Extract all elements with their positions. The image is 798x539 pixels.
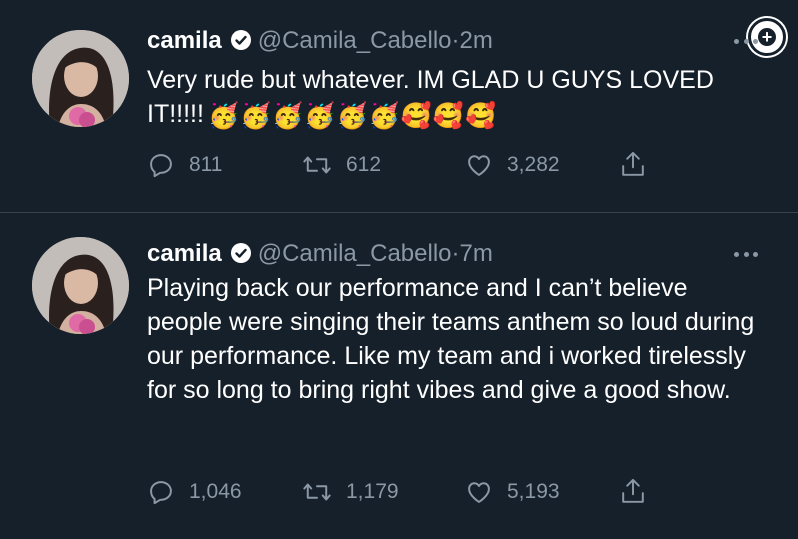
display-name[interactable]: camila xyxy=(147,240,222,267)
reply-count: 811 xyxy=(189,153,223,176)
like-count: 5,193 xyxy=(507,480,560,503)
tweet-actions: 811 612 3,282 xyxy=(147,148,667,182)
reply-button[interactable]: 811 xyxy=(147,148,222,182)
reply-button[interactable]: 1,046 xyxy=(147,475,242,509)
retweet-button[interactable]: 612 xyxy=(302,148,381,182)
retweet-count: 612 xyxy=(346,153,382,176)
verified-badge-icon xyxy=(230,242,252,272)
like-count: 3,282 xyxy=(507,153,560,176)
share-icon xyxy=(622,478,644,503)
avatar[interactable] xyxy=(32,237,129,334)
more-icon[interactable] xyxy=(734,38,758,44)
more-icon[interactable] xyxy=(734,251,758,257)
like-button[interactable]: 5,193 xyxy=(465,475,560,509)
retweet-icon xyxy=(303,483,331,501)
tweet[interactable]: camila @Camila_Cabello·2m Very rude but w… xyxy=(0,0,798,212)
handle[interactable]: @Camila_Cabello xyxy=(258,240,452,267)
verified-badge-icon xyxy=(230,29,252,59)
retweet-button[interactable]: 1,179 xyxy=(302,475,399,509)
tweet-actions: 1,046 1,179 5,193 xyxy=(147,475,667,509)
reply-icon xyxy=(150,154,172,178)
display-name[interactable]: camila xyxy=(147,27,222,54)
separator-dot: · xyxy=(451,27,460,54)
tweet-text: Very rude but whatever. IM GLAD U GUYS L… xyxy=(147,63,767,133)
timestamp[interactable]: 2m xyxy=(460,27,493,54)
like-button[interactable]: 3,282 xyxy=(465,148,560,182)
tweet-body: Playing back our performance and I can’t… xyxy=(147,274,755,404)
reply-icon xyxy=(150,481,172,505)
share-button[interactable] xyxy=(619,148,661,182)
heart-icon xyxy=(468,482,490,503)
handle[interactable]: @Camila_Cabello xyxy=(258,27,452,54)
tweet-text: Playing back our performance and I can’t… xyxy=(147,271,767,407)
share-button[interactable] xyxy=(619,475,661,509)
tweet-header: camila @Camila_Cabello·7m xyxy=(147,239,493,272)
timestamp[interactable]: 7m xyxy=(460,240,493,267)
retweet-icon xyxy=(303,156,331,174)
heart-icon xyxy=(468,155,490,176)
retweet-count: 1,179 xyxy=(346,480,399,503)
tweet[interactable]: camila @Camila_Cabello·7m Playing back ou… xyxy=(0,213,798,539)
tweet-header: camila @Camila_Cabello·2m xyxy=(147,26,493,59)
share-icon xyxy=(622,151,644,176)
avatar[interactable] xyxy=(32,30,129,127)
reply-count: 1,046 xyxy=(189,480,242,503)
separator-dot: · xyxy=(451,240,460,267)
emoji-string: 🥳🥳🥳🥳🥳🥳🥰🥰🥰 xyxy=(207,102,498,130)
